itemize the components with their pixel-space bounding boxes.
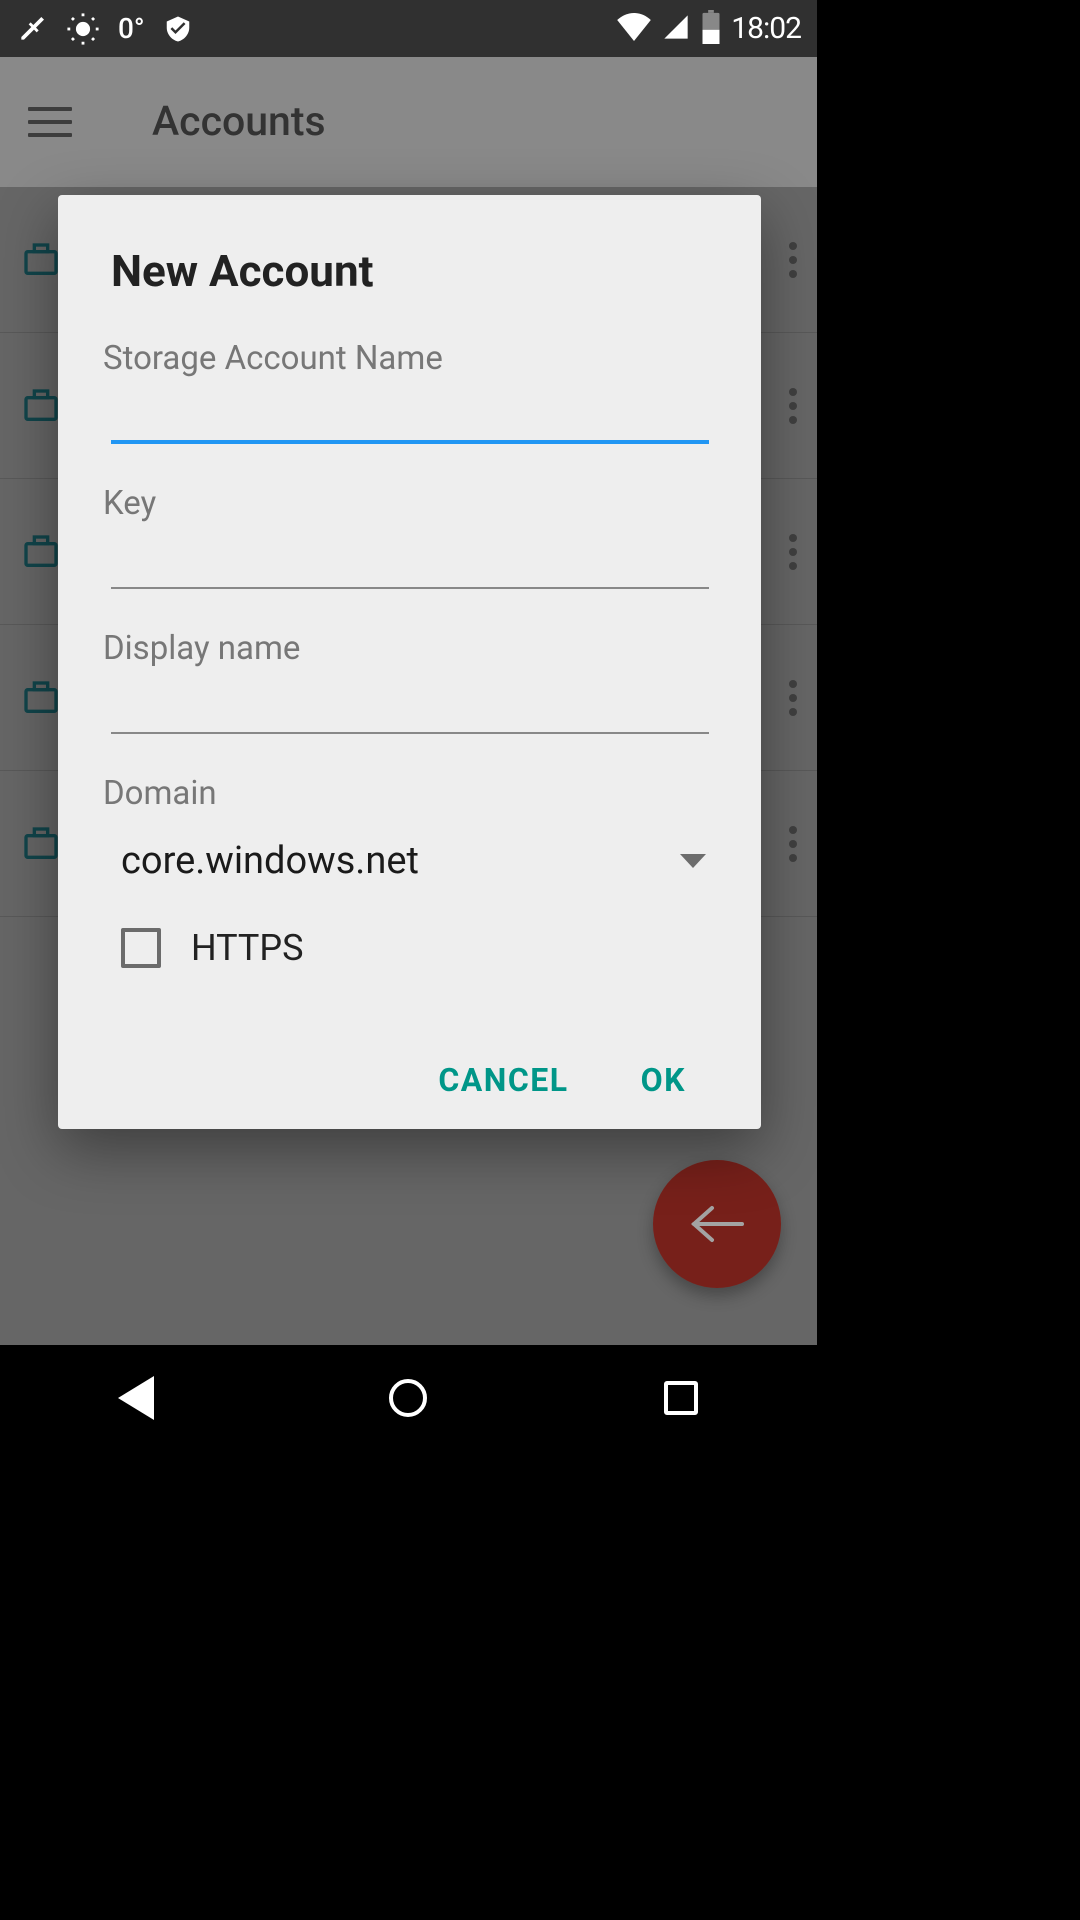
weather-icon — [66, 12, 100, 46]
new-account-dialog: New Account Storage Account Name Key Dis… — [58, 195, 761, 1129]
https-checkbox-row[interactable]: HTTPS — [121, 927, 716, 969]
domain-selected-value: core.windows.net — [121, 839, 419, 883]
chevron-down-icon — [680, 854, 706, 868]
cancel-button[interactable]: CANCEL — [438, 1061, 568, 1099]
domain-label: Domain — [103, 774, 716, 813]
key-input[interactable] — [111, 529, 709, 589]
navigation-bar — [0, 1345, 817, 1451]
nav-back-button[interactable] — [111, 1373, 161, 1423]
https-label: HTTPS — [191, 927, 304, 969]
storage-account-label: Storage Account Name — [103, 339, 716, 378]
cleaner-icon — [16, 13, 48, 45]
domain-select[interactable]: core.windows.net — [103, 839, 716, 883]
storage-account-input[interactable] — [111, 384, 709, 444]
status-temperature: 0° — [118, 12, 145, 45]
nav-home-button[interactable] — [383, 1373, 433, 1423]
dialog-title: New Account — [111, 245, 716, 297]
display-name-label: Display name — [103, 629, 716, 668]
status-bar: 0° 18:02 — [0, 0, 817, 57]
signal-icon — [661, 13, 691, 45]
ok-button[interactable]: OK — [641, 1061, 686, 1099]
status-clock: 18:02 — [731, 11, 801, 46]
key-label: Key — [103, 484, 716, 523]
battery-icon — [701, 10, 721, 48]
play-verified-icon — [163, 12, 193, 46]
wifi-icon — [617, 13, 651, 45]
https-checkbox[interactable] — [121, 928, 161, 968]
display-name-input[interactable] — [111, 674, 709, 734]
back-fab[interactable] — [653, 1160, 781, 1288]
nav-recents-button[interactable] — [656, 1373, 706, 1423]
